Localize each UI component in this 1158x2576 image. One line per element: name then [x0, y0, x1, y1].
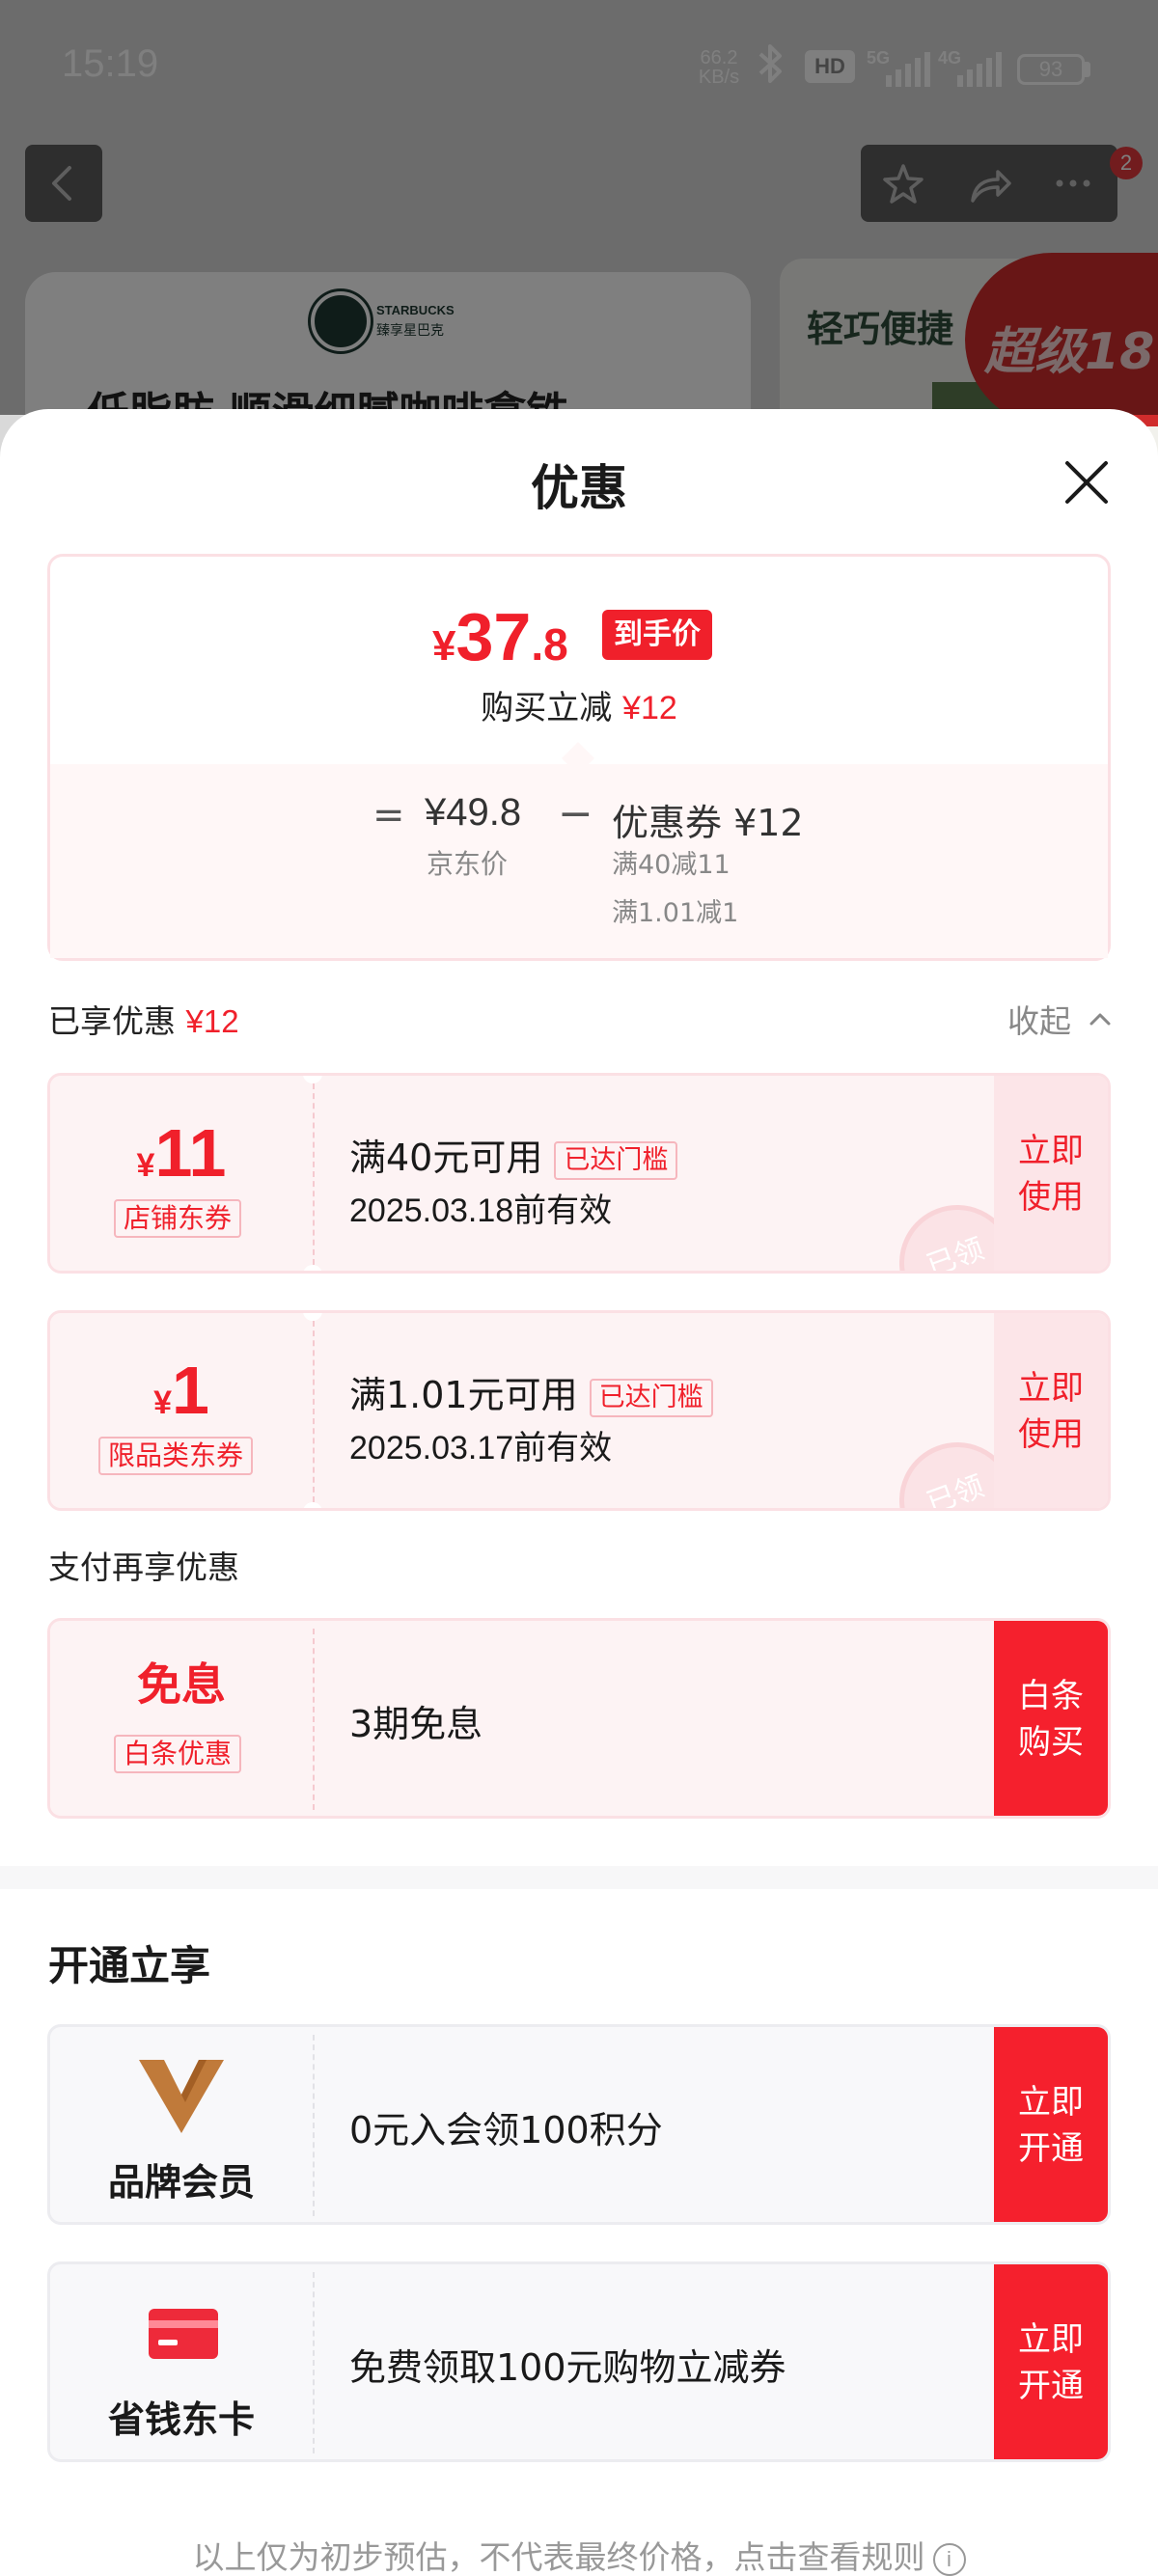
coupon-amount: ¥11 [50, 1114, 313, 1192]
equals-sign: = [372, 793, 405, 837]
enjoyed-discount-value: ¥12 [185, 1003, 239, 1039]
final-price: ¥37.8 [432, 598, 568, 675]
jd-price-label: 京东价 [427, 848, 509, 880]
instant-reduction: 购买立减 ¥12 [0, 681, 1158, 728]
coupon-card: ¥1 限品类东券 满1.01元可用 已达门槛 2025.03.17前有效 已领 立… [47, 1310, 1111, 1511]
join-membership-button[interactable]: 立即 开通 [994, 2027, 1108, 2222]
coupon-amount: ¥1 [50, 1352, 313, 1429]
coupon-divider [313, 1321, 315, 1502]
enjoyed-discount-heading: 已享优惠 ¥12 [48, 996, 239, 1042]
coupon-divider [313, 1083, 315, 1265]
baitiao-buy-button[interactable]: 白条 购买 [994, 1621, 1108, 1816]
coupon-card: ¥11 店铺东券 满40元可用 已达门槛 2025.03.18前有效 已领 立即使… [47, 1073, 1111, 1274]
card-icon [149, 2309, 218, 2359]
membership-description: 免费领取100元购物立减券 [349, 2346, 786, 2389]
open-section-title: 开通立享 [48, 1942, 211, 1989]
dim-overlay[interactable] [0, 0, 1158, 415]
chevron-up-icon[interactable] [1089, 1011, 1112, 1027]
payment-type: 白条优惠 [114, 1735, 242, 1773]
coupon-condition: 满40元可用 [349, 1137, 543, 1179]
coupon-type: 店铺东券 [114, 1199, 242, 1238]
footer-text: 以上仅为初步预估，不代表最终价格，点击查看规则 [192, 2538, 925, 2576]
membership-name: 品牌会员 [107, 2161, 255, 2204]
brand-member-icon [139, 2060, 224, 2133]
open-card-button[interactable]: 立即 开通 [994, 2264, 1108, 2459]
threshold-met-tag: 已达门槛 [589, 1378, 713, 1417]
final-price-symbol: ¥ [432, 622, 456, 670]
coupon-condition-row: 满1.01元可用 已达门槛 [349, 1365, 713, 1418]
threshold-met-tag: 已达门槛 [554, 1140, 678, 1180]
use-coupon-button[interactable]: 立即 使用 [994, 1313, 1108, 1508]
final-price-integer: 37 [455, 599, 532, 674]
coupon-value: 1 [171, 1353, 209, 1428]
card-divider [313, 2272, 315, 2453]
payment-offer-card: 免息 白条优惠 3期免息 白条 购买 [47, 1618, 1111, 1819]
coupon-detail: 满40减11 [612, 850, 731, 880]
enjoyed-discount-label: 已享优惠 [48, 1002, 176, 1040]
instant-reduction-label: 购买立减 [481, 689, 613, 727]
membership-description: 0元入会领100积分 [349, 2109, 663, 2151]
coupon-notch [303, 1502, 322, 1508]
coupon-validity: 2025.03.17前有效 [349, 1430, 613, 1466]
payment-headline: 免息 [137, 1658, 226, 1711]
collapse-button[interactable]: 收起 [1007, 996, 1071, 1042]
coupon-notch [303, 1265, 322, 1271]
coupon-divider [313, 1629, 315, 1810]
sheet-title: 优惠 [531, 460, 627, 516]
membership-name: 省钱东卡 [107, 2398, 255, 2441]
jd-price: ¥49.8 [425, 791, 522, 834]
coupon-detail: 满1.01减1 [612, 898, 739, 928]
footer-note[interactable]: 以上仅为初步预估，不代表最终价格，点击查看规则 i [0, 2532, 1158, 2576]
membership-card: 省钱东卡 免费领取100元购物立减券 立即 开通 [47, 2261, 1111, 2462]
close-icon[interactable] [1058, 453, 1116, 511]
coupon-type: 限品类东券 [98, 1437, 254, 1475]
final-price-decimal: .8 [531, 619, 568, 670]
coupon-condition: 满1.01元可用 [349, 1374, 578, 1416]
coupon-value: 11 [154, 1115, 227, 1191]
use-coupon-button[interactable]: 立即 使用 [994, 1076, 1108, 1271]
final-price-tag: 到手价 [602, 610, 712, 660]
membership-card: 品牌会员 0元入会领100积分 立即 开通 [47, 2024, 1111, 2225]
coupon-total: 优惠券 ¥12 [612, 802, 804, 844]
info-icon[interactable]: i [932, 2542, 966, 2576]
coupon-currency: ¥ [153, 1384, 172, 1421]
coupon-condition-row: 满40元可用 已达门槛 [349, 1128, 678, 1181]
instant-reduction-value: ¥12 [622, 690, 677, 726]
payment-section-title: 支付再享优惠 [48, 1548, 239, 1586]
coupon-validity: 2025.03.18前有效 [349, 1192, 613, 1229]
coupon-currency: ¥ [136, 1147, 155, 1184]
section-divider [0, 1866, 1158, 1889]
payment-description: 3期免息 [349, 1703, 483, 1745]
card-divider [313, 2035, 315, 2216]
minus-sign: − [558, 789, 593, 838]
